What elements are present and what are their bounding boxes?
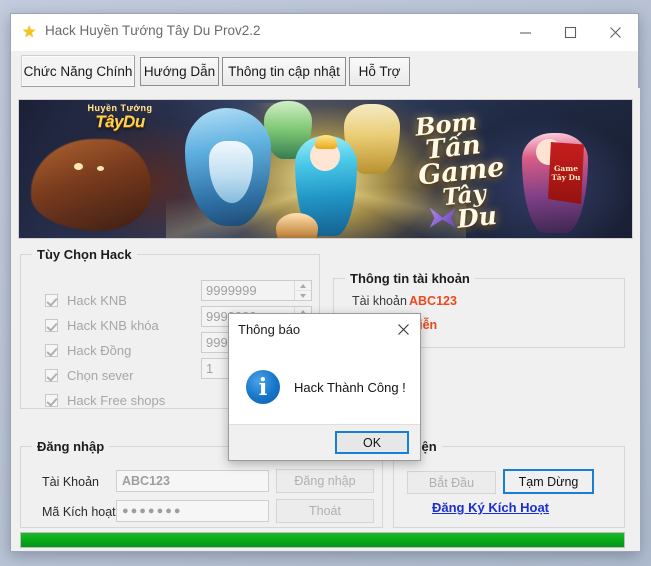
spinner-up-icon[interactable] [295,281,311,291]
game-banner-image: Huyền Tướng TâyDu Bom Tấn Game Tây Du Ga… [18,99,633,239]
checkbox-label: Hack KNB [67,292,127,308]
banner-ribbon-badge: Game Tây Du [548,142,584,204]
progress-bar [20,532,625,548]
tab-huong-dan[interactable]: Hướng Dẫn [140,57,219,86]
dialog-title: Thông báo [238,322,301,337]
close-icon[interactable] [593,14,638,51]
dialog-message: Hack Thành Công ! [294,379,406,395]
activation-key-label: Mã Kích hoạt [42,505,116,519]
window-title: Hack Huyền Tướng Tây Du Prov2.2 [45,23,261,38]
activation-key-input[interactable]: ●●●●●●● [116,500,269,522]
application-window: ★ Hack Huyền Tướng Tây Du Prov2.2 Chức N… [10,13,640,552]
checkbox-hack-knb[interactable]: Hack KNB [45,291,127,309]
checkbox-hack-knb-khoa[interactable]: Hack KNB khóa [45,316,159,334]
minimize-icon[interactable] [503,14,548,51]
login-button[interactable]: Đăng nhập [276,469,374,493]
account-info-legend: Thông tin tài khoản [345,271,475,286]
register-activation-link[interactable]: Đăng Ký Kích Hoạt [432,500,549,515]
account-field-label: Tài Khoản [42,475,99,489]
window-controls [503,14,638,51]
banner-slogan: Bom Tấn Game Tây Du [412,104,552,235]
account-name-label: Tài khoản [352,294,407,308]
start-button[interactable]: Bắt Đầu [407,471,496,494]
login-legend: Đăng nhập [32,439,110,454]
checkbox-checked-icon[interactable] [45,293,58,307]
title-bar: ★ Hack Huyền Tướng Tây Du Prov2.2 [11,14,638,51]
checkbox-checked-icon[interactable] [45,393,58,407]
star-icon: ★ [22,24,37,41]
checkbox-checked-icon[interactable] [45,368,58,382]
account-input[interactable]: ABC123 [116,470,269,492]
checkbox-chon-sever[interactable]: Chọn sever [45,366,133,384]
tab-label: Chức Năng Chính [23,63,133,79]
progress-bar-fill [21,533,624,547]
spinner-hack-knb[interactable]: 9999999 [201,280,312,301]
spinner-down-icon[interactable] [295,291,311,300]
tab-label: Thông tin cập nhật [228,64,340,79]
checkbox-hack-dong[interactable]: Hack Đồng [45,341,131,359]
exit-button[interactable]: Thoát [276,499,374,523]
banner-ribbon-text: Game Tây Du [551,163,581,182]
account-name-value: ABC123 [409,294,457,308]
banner-logo-main-text: TâyDu [95,112,145,131]
tab-ho-tro[interactable]: Hỗ Trợ [349,57,410,86]
maximize-icon[interactable] [548,14,593,51]
pause-button[interactable]: Tạm Dừng [503,469,594,494]
banner-bottom-character [276,213,319,238]
tab-label: Hỗ Trợ [358,64,401,79]
dialog-close-icon[interactable] [390,318,416,340]
spinner-value: 9999999 [206,283,257,298]
checkbox-label: Hack Đồng [67,342,132,358]
tab-chuc-nang-chinh[interactable]: Chức Năng Chính [21,55,135,87]
spinner-arrows[interactable] [294,281,311,300]
checkbox-label: Hack Free shops [67,392,166,408]
banner-game-logo: Huyền Tướng TâyDu [74,104,166,138]
tab-thong-tin-cap-nhat[interactable]: Thông tin cập nhật [222,57,346,86]
dialog-ok-button[interactable]: OK [335,431,409,454]
banner-girl-crown [315,134,338,149]
checkbox-checked-icon[interactable] [45,318,58,332]
checkbox-label: Chọn sever [67,367,134,383]
tab-strip: Chức Năng Chính Hướng Dẫn Thông tin cập … [11,51,638,88]
tab-label: Hướng Dẫn [143,64,216,79]
checkbox-checked-icon[interactable] [45,343,58,357]
info-icon: i [246,370,280,404]
dialog-body: i Hack Thành Công ! [229,346,420,428]
checkbox-hack-free-shops[interactable]: Hack Free shops [45,391,165,409]
dialog-footer: OK [229,424,420,460]
hack-options-legend: Tùy Chọn Hack [32,247,137,262]
notification-dialog: Thông báo i Hack Thành Công ! OK [228,313,421,461]
checkbox-label: Hack KNB khóa [67,317,159,333]
